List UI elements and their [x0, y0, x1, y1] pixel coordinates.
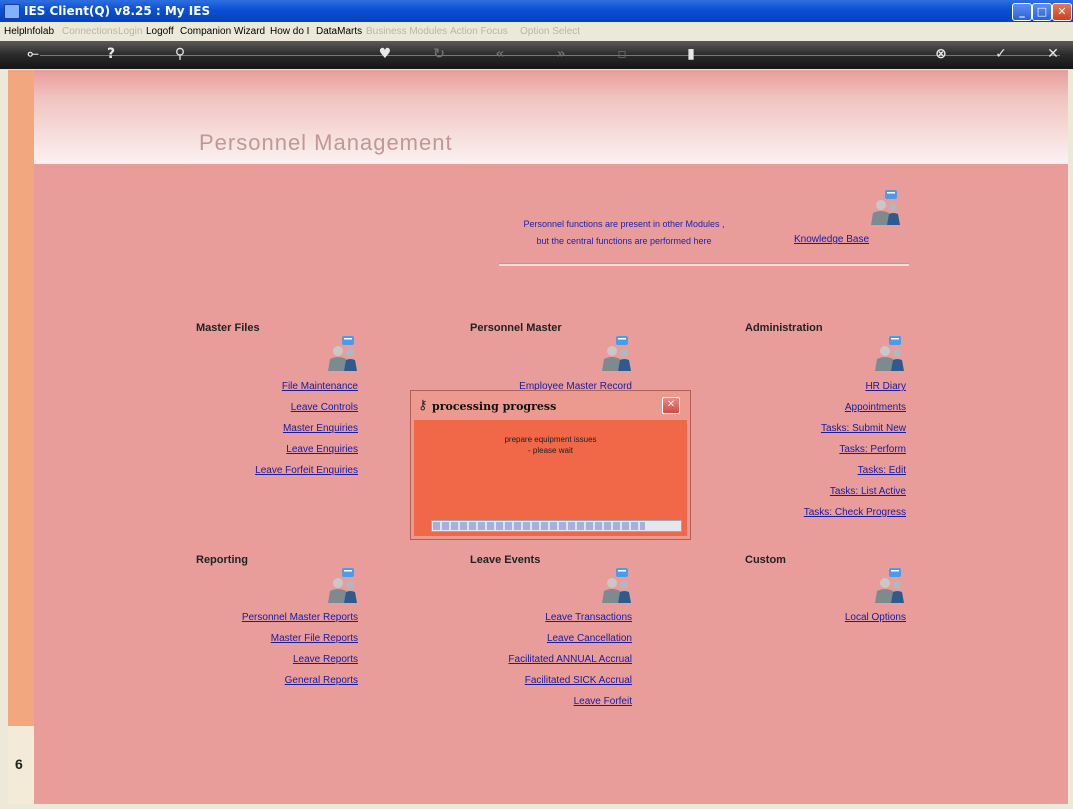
- link-local-options[interactable]: Local Options: [845, 612, 906, 623]
- header-band: Personnel Management: [34, 70, 1068, 164]
- rewind-icon[interactable]: «: [489, 46, 511, 62]
- knowledge-base-icon[interactable]: [867, 188, 901, 226]
- window-title: IES Client(Q) v8.25 : My IES: [24, 4, 211, 18]
- section-personnel-master: Personnel Master: [470, 322, 562, 334]
- master-files-icon: [328, 336, 357, 371]
- administration-icon: [875, 336, 904, 371]
- personnel-master-icon: [602, 336, 631, 371]
- check-icon[interactable]: ✓: [990, 46, 1012, 62]
- help-icon[interactable]: ?: [100, 46, 122, 62]
- dialog-title-bar[interactable]: ⚷ processing progress ✕: [411, 391, 690, 419]
- menu-action-focus[interactable]: Action Focus: [450, 26, 508, 37]
- intro-line-1: Personnel functions are present in other…: [523, 219, 725, 229]
- app-icon: [4, 4, 20, 19]
- link-leave-reports[interactable]: Leave Reports: [293, 654, 358, 665]
- intro-text: Personnel functions are present in other…: [494, 216, 754, 250]
- menu-login[interactable]: Login: [118, 26, 142, 37]
- link-appointments[interactable]: Appointments: [845, 402, 906, 413]
- link-file-maintenance[interactable]: File Maintenance: [282, 381, 358, 392]
- menu-help[interactable]: Help: [4, 26, 25, 37]
- link-tasks-perform[interactable]: Tasks: Perform: [839, 444, 906, 455]
- link-leave-forfeit[interactable]: Leave Forfeit: [574, 696, 632, 707]
- dialog-close-button[interactable]: ✕: [662, 397, 680, 414]
- reporting-icon: [328, 568, 357, 603]
- link-personnel-master-reports[interactable]: Personnel Master Reports: [242, 612, 358, 623]
- leave-events-icon: [602, 568, 631, 603]
- back-arrow-icon[interactable]: ⟜: [22, 46, 44, 62]
- menu-infolab[interactable]: Infolab: [24, 26, 54, 37]
- toolbar: ⟜ ? ⚲ ♥ ↻ « » ▫ ▮ ⊗ ✓ ✕: [0, 41, 1073, 69]
- link-hr-diary[interactable]: HR Diary: [865, 381, 906, 392]
- section-leave-events: Leave Events: [470, 554, 541, 566]
- link-facilitated-sick-accrual[interactable]: Facilitated SICK Accrual: [525, 675, 632, 686]
- menu-connections[interactable]: Connections: [62, 26, 118, 37]
- search-icon[interactable]: ⚲: [169, 46, 191, 62]
- progress-fill: [433, 522, 645, 530]
- link-leave-cancellation[interactable]: Leave Cancellation: [547, 633, 632, 644]
- link-leave-enquiries[interactable]: Leave Enquiries: [286, 444, 358, 455]
- processing-dialog: ⚷ processing progress ✕ prepare equipmen…: [410, 390, 691, 540]
- pause-icon[interactable]: ▮: [680, 46, 702, 62]
- title-bar[interactable]: IES Client(Q) v8.25 : My IES _ □ ✕: [0, 0, 1073, 22]
- heart-icon[interactable]: ♥: [374, 46, 396, 62]
- dialog-message-line-1: prepare equipment issues: [504, 435, 597, 444]
- maximize-button[interactable]: □: [1032, 3, 1052, 21]
- close-button[interactable]: ✕: [1052, 3, 1072, 21]
- dialog-title: processing progress: [432, 400, 557, 413]
- dialog-message-line-2: - please wait: [528, 446, 573, 455]
- dialog-body: prepare equipment issues - please wait: [414, 420, 687, 536]
- link-master-enquiries[interactable]: Master Enquiries: [283, 423, 358, 434]
- knowledge-base-link[interactable]: Knowledge Base: [794, 234, 869, 245]
- square-icon[interactable]: ▫: [611, 46, 633, 62]
- link-leave-transactions[interactable]: Leave Transactions: [545, 612, 632, 623]
- dialog-message: prepare equipment issues - please wait: [414, 434, 687, 456]
- page-title: Personnel Management: [199, 130, 453, 155]
- link-tasks-submit-new[interactable]: Tasks: Submit New: [821, 423, 906, 434]
- menu-logoff[interactable]: Logoff: [146, 26, 174, 37]
- menu-option-select[interactable]: Option Select: [520, 26, 580, 37]
- exit-icon[interactable]: ✕: [1042, 46, 1064, 62]
- link-facilitated-annual-accrual[interactable]: Facilitated ANNUAL Accrual: [508, 654, 632, 665]
- refresh-icon[interactable]: ↻: [428, 46, 450, 62]
- section-administration: Administration: [745, 322, 823, 334]
- application-window: IES Client(Q) v8.25 : My IES _ □ ✕ Help …: [0, 0, 1073, 809]
- menu-business-modules[interactable]: Business Modules: [366, 26, 447, 37]
- menu-wizard[interactable]: Wizard: [234, 26, 265, 37]
- link-leave-forfeit-enquiries[interactable]: Leave Forfeit Enquiries: [255, 465, 358, 476]
- progress-bar: [431, 520, 682, 532]
- close-circle-icon[interactable]: ⊗: [930, 46, 952, 62]
- key-icon: ⚷: [418, 398, 428, 413]
- fast-forward-icon[interactable]: »: [550, 46, 572, 62]
- link-tasks-edit[interactable]: Tasks: Edit: [858, 465, 906, 476]
- link-general-reports[interactable]: General Reports: [285, 675, 358, 686]
- menu-datamarts[interactable]: DataMarts: [316, 26, 362, 37]
- side-panel: 6: [8, 726, 34, 804]
- section-reporting: Reporting: [196, 554, 248, 566]
- section-master-files: Master Files: [196, 322, 260, 334]
- custom-icon: [875, 568, 904, 603]
- link-tasks-list-active[interactable]: Tasks: List Active: [830, 486, 906, 497]
- link-tasks-check-progress[interactable]: Tasks: Check Progress: [804, 507, 906, 518]
- intro-line-2: but the central functions are performed …: [536, 236, 712, 246]
- divider: [499, 263, 909, 266]
- menu-how-do-i[interactable]: How do I: [270, 26, 309, 37]
- minimize-button[interactable]: _: [1012, 3, 1032, 21]
- side-label: 6: [15, 756, 23, 772]
- menu-companion[interactable]: Companion: [180, 26, 231, 37]
- menu-bar: Help Infolab Connections Login Logoff Co…: [0, 22, 1073, 42]
- link-master-file-reports[interactable]: Master File Reports: [271, 633, 358, 644]
- section-custom: Custom: [745, 554, 786, 566]
- link-leave-controls[interactable]: Leave Controls: [291, 402, 358, 413]
